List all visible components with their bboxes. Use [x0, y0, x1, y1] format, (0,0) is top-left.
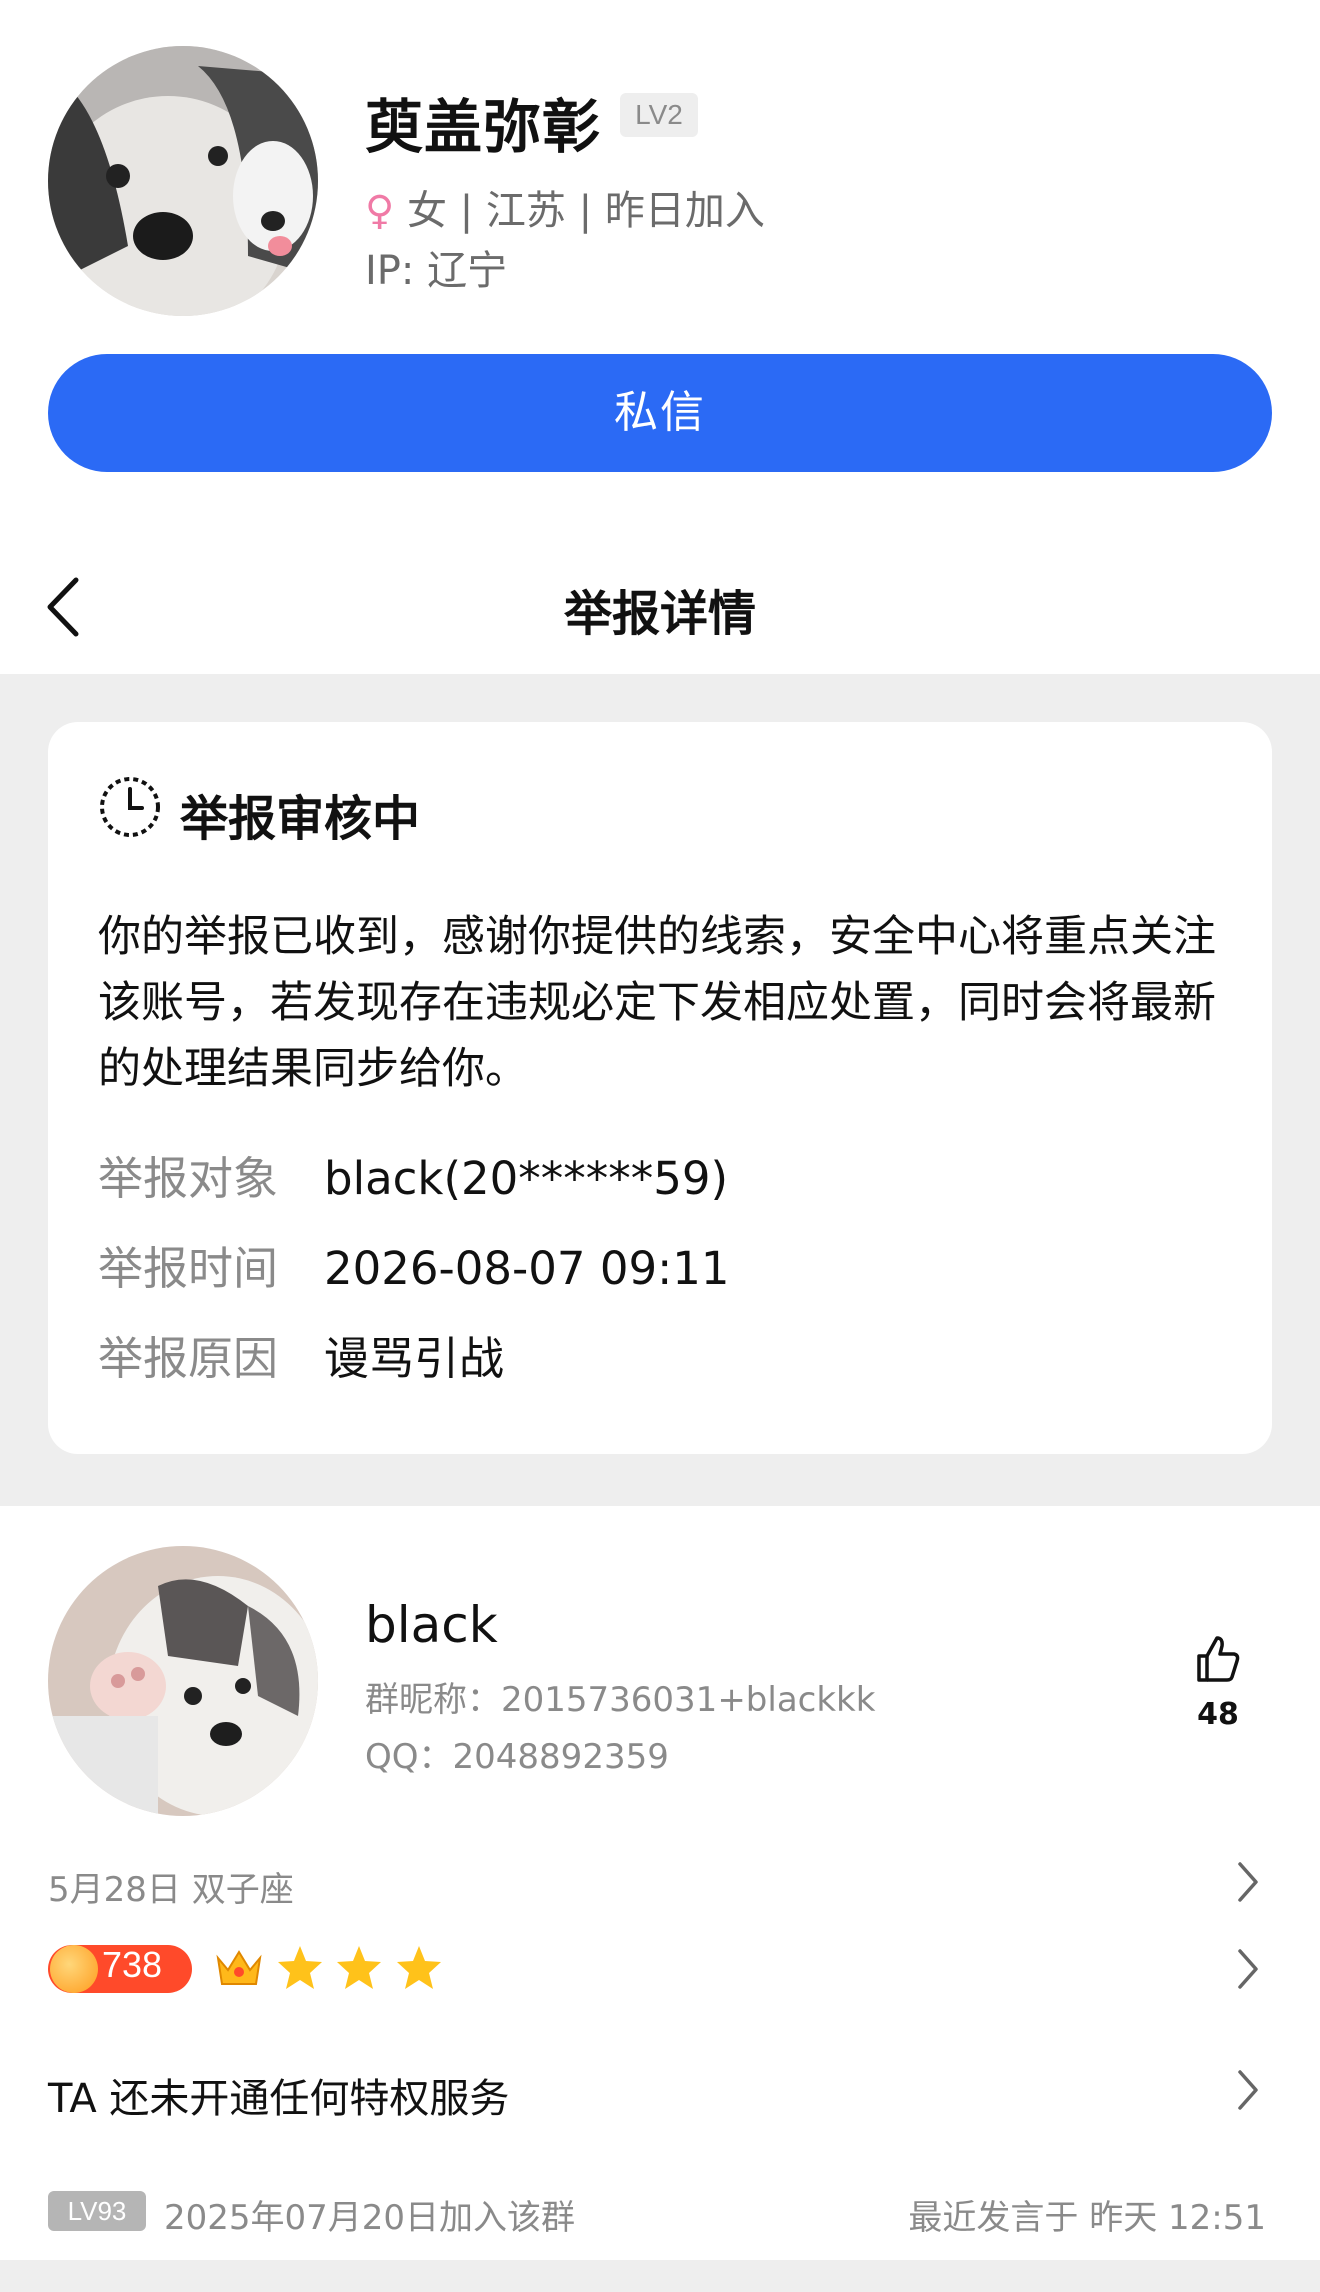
- star-icon: [394, 1944, 444, 1992]
- star-icon: [334, 1944, 384, 1992]
- report-target-label: 举报对象: [98, 1152, 279, 1205]
- report-time-label: 举报时间: [98, 1242, 279, 1295]
- member-name: black: [365, 1596, 498, 1654]
- report-time-row: 举报时间 2026-08-07 09:11: [98, 1232, 730, 1297]
- member-group-nickname: 群昵称：2015736031+blackkk: [365, 1680, 876, 1720]
- level-badge: LV2: [620, 93, 698, 137]
- profile-ip: IP: 辽宁: [365, 248, 508, 294]
- coin-icon: [50, 1945, 98, 1993]
- page-title: 举报详情: [563, 586, 756, 642]
- star-icon: [275, 1944, 325, 1992]
- level-number: 738: [102, 1944, 163, 1985]
- bottom-divider: [0, 2260, 1320, 2292]
- report-time-value: 2026-08-07 09:11: [324, 1242, 730, 1295]
- female-icon: ♀: [365, 188, 395, 234]
- report-reason-value: 谩骂引战: [324, 1332, 505, 1385]
- profile-meta: ♀ 女 | 江苏 | 昨日加入: [365, 178, 765, 236]
- chevron-right-icon[interactable]: [1234, 1858, 1262, 1906]
- profile-name: 萸盖弥彰: [365, 93, 602, 161]
- last-speak: 最近发言于 昨天 12:51: [908, 2198, 1266, 2238]
- report-reason-row: 举报原因 谩骂引战: [98, 1322, 504, 1387]
- chevron-right-icon[interactable]: [1234, 2066, 1262, 2114]
- thumbs-up-icon[interactable]: [1195, 1634, 1241, 1684]
- report-notice: 你的举报已收到，感谢你提供的线索，安全中心将重点关注该账号，若发现存在违规必定下…: [98, 912, 1216, 1094]
- message-button[interactable]: 私信: [48, 354, 1272, 472]
- report-target-row: 举报对象 black(20******59): [98, 1142, 728, 1207]
- member-birthday: 5月28日 双子座: [48, 1870, 294, 1910]
- privilege-text: TA 还未开通任何特权服务: [48, 2076, 510, 2122]
- profile-avatar[interactable]: [48, 46, 318, 316]
- profile-meta-text: 女 | 江苏 | 昨日加入: [407, 188, 765, 234]
- report-status: 举报审核中: [180, 791, 421, 847]
- member-qq: QQ：2048892359: [365, 1737, 669, 1777]
- report-target-value: black(20******59): [324, 1152, 729, 1205]
- like-count: 48: [1197, 1697, 1239, 1732]
- group-level-badge: LV93: [48, 2191, 146, 2231]
- join-date: 2025年07月20日加入该群: [164, 2198, 576, 2238]
- member-avatar[interactable]: [48, 1546, 318, 1816]
- report-reason-label: 举报原因: [98, 1332, 279, 1385]
- chevron-right-icon[interactable]: [1234, 1945, 1262, 1993]
- clock-icon: [98, 775, 162, 839]
- crown-icon: [214, 1944, 264, 1992]
